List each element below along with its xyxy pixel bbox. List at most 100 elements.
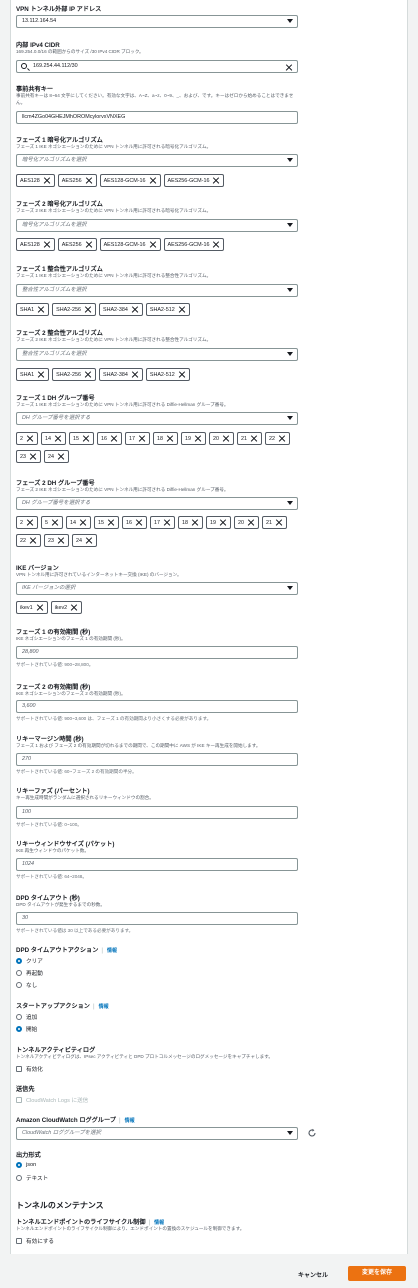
radio-selected-icon xyxy=(16,958,22,964)
remove-token-icon[interactable] xyxy=(277,434,287,444)
startup-radio-add[interactable]: 追加 xyxy=(16,1013,37,1021)
radio-icon xyxy=(16,1014,22,1020)
loggroup-select[interactable]: CloudWatch ロググループを選択 xyxy=(16,1127,298,1140)
maintenance-label-text: トンネルエンドポイントのライフサイクル制御 xyxy=(16,1219,146,1226)
dpd-action-info-link[interactable]: 情報 xyxy=(107,948,117,954)
remove-token-icon[interactable] xyxy=(211,240,221,250)
loggroup-label-text: Amazon CloudWatch ロググループ xyxy=(16,1117,116,1124)
ike-select[interactable]: IKE バージョンの選択 xyxy=(16,582,298,595)
p2-enc-select[interactable]: 暗号化アルゴリズムを選択 xyxy=(16,219,298,232)
remove-token-icon[interactable] xyxy=(274,518,284,528)
dpd-action-radio-clear[interactable]: クリア xyxy=(16,957,43,965)
p2-int-tokens: SHA1 SHA2-256 SHA2-384 SHA2-512 xyxy=(16,368,306,386)
format-radio-text[interactable]: テキスト xyxy=(16,1174,48,1182)
remove-token-icon[interactable] xyxy=(84,176,94,186)
remove-token-icon[interactable] xyxy=(56,536,66,546)
remove-token-icon[interactable] xyxy=(35,603,45,613)
remove-token-icon[interactable] xyxy=(78,518,88,528)
remove-token-icon[interactable] xyxy=(42,240,52,250)
remove-token-icon[interactable] xyxy=(109,434,119,444)
cancel-button[interactable]: キャンセル xyxy=(298,1270,328,1279)
remove-token-icon[interactable] xyxy=(28,452,38,462)
chevron-down-icon xyxy=(287,158,293,162)
save-changes-button[interactable]: 変更を保存 xyxy=(348,1266,406,1281)
chevron-down-icon xyxy=(287,288,293,292)
remove-token-icon[interactable] xyxy=(177,305,187,315)
p2-dh-tokens: 2 5 14 15 16 17 18 19 20 21 22 23 24 xyxy=(16,516,306,552)
radio-label: テキスト xyxy=(26,1176,49,1182)
startup-radio-start[interactable]: 開始 xyxy=(16,1025,37,1033)
activity-checkbox[interactable]: 有効化 xyxy=(16,1065,43,1073)
p2-life-input[interactable]: 3,600 xyxy=(16,700,298,713)
remove-token-icon[interactable] xyxy=(25,518,35,528)
remove-token-icon[interactable] xyxy=(83,305,93,315)
rekey-fuzz-input[interactable]: 100 xyxy=(16,806,298,819)
psk-input[interactable]: llcm4ZGo04GHEJMhOROMcylorvxVNXEG xyxy=(16,111,298,124)
remove-token-icon[interactable] xyxy=(84,240,94,250)
p1-life-input[interactable]: 28,800 xyxy=(16,646,298,659)
remove-token-icon[interactable] xyxy=(162,518,172,528)
clear-icon[interactable] xyxy=(285,63,293,71)
replay-input[interactable]: 1024 xyxy=(16,858,298,871)
remove-token-icon[interactable] xyxy=(218,518,228,528)
remove-token-icon[interactable] xyxy=(84,536,94,546)
remove-token-icon[interactable] xyxy=(193,434,203,444)
token-label: 15 xyxy=(73,435,79,442)
remove-token-icon[interactable] xyxy=(36,305,46,315)
remove-token-icon[interactable] xyxy=(25,434,35,444)
radio-selected-icon xyxy=(16,1162,22,1168)
remove-token-icon[interactable] xyxy=(28,536,38,546)
startup-info-link[interactable]: 情報 xyxy=(99,1004,109,1010)
remove-token-icon[interactable] xyxy=(130,305,140,315)
remove-token-icon[interactable] xyxy=(130,370,140,380)
remove-token-icon[interactable] xyxy=(53,434,63,444)
remove-token-icon[interactable] xyxy=(165,434,175,444)
token-label: AES128-GCM-16 xyxy=(103,177,146,184)
remove-token-icon[interactable] xyxy=(148,176,158,186)
remove-token-icon[interactable] xyxy=(190,518,200,528)
outside-ip-select[interactable]: 13.112.164.54 xyxy=(16,15,298,28)
remove-token-icon[interactable] xyxy=(134,518,144,528)
token-label: 24 xyxy=(76,537,82,544)
token: 21 xyxy=(262,516,287,529)
token: 24 xyxy=(44,450,69,463)
replay-label: リキーウィンドウサイズ (パケット) xyxy=(16,841,115,848)
rekey-margin-input[interactable]: 270 xyxy=(16,753,298,766)
remove-token-icon[interactable] xyxy=(69,603,79,613)
p1-int-select[interactable]: 整合性アルゴリズムを選択 xyxy=(16,284,298,297)
remove-token-icon[interactable] xyxy=(246,518,256,528)
remove-token-icon[interactable] xyxy=(221,434,231,444)
refresh-icon[interactable] xyxy=(307,1128,317,1138)
remove-token-icon[interactable] xyxy=(177,370,187,380)
dpd-action-radio-none[interactable]: なし xyxy=(16,981,37,989)
token: ikev1 xyxy=(16,601,48,614)
remove-token-icon[interactable] xyxy=(56,452,66,462)
inside-cidr-input[interactable]: 169.254.44.112/30 xyxy=(16,60,298,73)
remove-token-icon[interactable] xyxy=(83,370,93,380)
remove-token-icon[interactable] xyxy=(137,434,147,444)
p2-dh-select[interactable]: DH グループ番号を選択する xyxy=(16,497,298,510)
remove-token-icon[interactable] xyxy=(211,176,221,186)
p2-int-select[interactable]: 整合性アルゴリズムを選択 xyxy=(16,348,298,361)
maintenance-checkbox[interactable]: 有効にする xyxy=(16,1237,54,1245)
remove-token-icon[interactable] xyxy=(50,518,60,528)
token-label: 19 xyxy=(185,435,191,442)
remove-token-icon[interactable] xyxy=(36,370,46,380)
p1-enc-select[interactable]: 暗号化アルゴリズムを選択 xyxy=(16,154,298,167)
outside-ip-label: VPN トンネル外部 IP アドレス xyxy=(16,6,102,13)
format-radio-json[interactable]: json xyxy=(16,1162,36,1168)
p1-life-label: フェーズ 1 の有効期間 (秒) xyxy=(16,629,91,636)
token-label: 21 xyxy=(266,519,272,526)
remove-token-icon[interactable] xyxy=(42,176,52,186)
loggroup-info-link[interactable]: 情報 xyxy=(125,1118,135,1124)
remove-token-icon[interactable] xyxy=(249,434,259,444)
remove-token-icon[interactable] xyxy=(81,434,91,444)
token: 16 xyxy=(122,516,147,529)
dpd-action-radio-restart[interactable]: 再起動 xyxy=(16,969,43,977)
dpd-timeout-input[interactable]: 30 xyxy=(16,912,298,925)
loggroup-placeholder: CloudWatch ロググループを選択 xyxy=(22,1130,101,1136)
token: 15 xyxy=(94,516,119,529)
remove-token-icon[interactable] xyxy=(148,240,158,250)
remove-token-icon[interactable] xyxy=(106,518,116,528)
p1-dh-select[interactable]: DH グループ番号を選択する xyxy=(16,412,298,425)
